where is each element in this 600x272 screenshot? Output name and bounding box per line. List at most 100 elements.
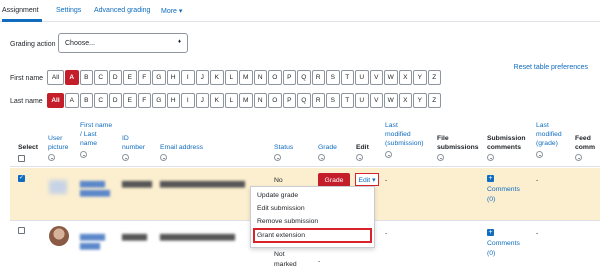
last-initial-g[interactable]: G [152, 93, 166, 108]
header-name-1[interactable]: First name [80, 121, 112, 130]
first-initial-w[interactable]: W [384, 70, 398, 85]
header-last-modified-sub-3[interactable]: (submission) [385, 139, 424, 148]
first-initial-t[interactable]: T [340, 70, 354, 85]
last-initial-c[interactable]: C [94, 93, 108, 108]
collapse-column-icon[interactable] [274, 154, 281, 161]
collapse-column-icon[interactable] [80, 151, 87, 158]
last-initial-z[interactable]: Z [427, 93, 441, 108]
last-initial-j[interactable]: J [195, 93, 209, 108]
collapse-column-icon[interactable] [575, 154, 582, 161]
first-initial-d[interactable]: D [108, 70, 122, 85]
menu-item-remove-submission[interactable]: Remove submission [257, 218, 318, 225]
last-initial-d[interactable]: D [108, 93, 122, 108]
comments-count[interactable]: (0) [487, 196, 495, 203]
first-initial-e[interactable]: E [123, 70, 137, 85]
first-initial-m[interactable]: M [239, 70, 253, 85]
first-initial-z[interactable]: Z [427, 70, 441, 85]
add-comment-icon[interactable]: + [487, 229, 494, 236]
comments-link[interactable]: Comments [487, 240, 520, 247]
first-initial-u[interactable]: U [355, 70, 369, 85]
comments-link[interactable]: Comments [487, 186, 520, 193]
header-id-1[interactable]: ID [122, 134, 129, 143]
collapse-column-icon[interactable] [487, 154, 494, 161]
header-email[interactable]: Email address [160, 143, 203, 152]
first-initial-f[interactable]: F [137, 70, 151, 85]
first-initial-all[interactable]: All [47, 70, 64, 85]
first-initial-c[interactable]: C [94, 70, 108, 85]
last-initial-m[interactable]: M [239, 93, 253, 108]
row-select-checkbox[interactable] [18, 174, 25, 182]
first-initial-j[interactable]: J [195, 70, 209, 85]
header-id-2[interactable]: number [122, 143, 145, 152]
tab-assignment[interactable]: Assignment [2, 7, 39, 14]
last-initial-f[interactable]: F [137, 93, 151, 108]
collapse-column-icon[interactable] [356, 154, 363, 161]
first-initial-y[interactable]: Y [413, 70, 427, 85]
header-grade[interactable]: Grade [318, 143, 337, 152]
header-name-3[interactable]: name [80, 139, 97, 148]
header-last-modified-grade-3[interactable]: (grade) [536, 139, 558, 148]
first-initial-l[interactable]: L [224, 70, 238, 85]
student-name-redacted[interactable]: ▇▇▇▇▇▇ [80, 189, 110, 197]
collapse-column-icon[interactable] [160, 154, 167, 161]
student-name-redacted[interactable]: ▇▇▇▇ [80, 242, 100, 250]
first-initial-h[interactable]: H [166, 70, 180, 85]
last-initial-b[interactable]: B [79, 93, 93, 108]
tab-advanced-grading[interactable]: Advanced grading [94, 7, 150, 14]
grade-button[interactable]: Grade [318, 173, 350, 187]
header-last-modified-grade-2[interactable]: modified [536, 130, 562, 139]
first-initial-a[interactable]: A [65, 70, 79, 85]
header-user-picture-1[interactable]: User [48, 134, 62, 143]
first-initial-q[interactable]: Q [297, 70, 311, 85]
first-initial-s[interactable]: S [326, 70, 340, 85]
collapse-column-icon[interactable] [122, 154, 129, 161]
first-initial-p[interactable]: P [282, 70, 296, 85]
last-initial-k[interactable]: K [210, 93, 224, 108]
last-initial-l[interactable]: L [224, 93, 238, 108]
collapse-column-icon[interactable] [48, 154, 55, 161]
last-initial-u[interactable]: U [355, 93, 369, 108]
student-name-redacted[interactable]: ▇▇▇▇▇ [80, 180, 105, 188]
menu-item-update-grade[interactable]: Update grade [257, 192, 298, 199]
edit-menu-button[interactable]: Edit ▾ [355, 173, 379, 186]
last-initial-x[interactable]: X [398, 93, 412, 108]
comments-count[interactable]: (0) [487, 250, 495, 257]
collapse-column-icon[interactable] [318, 154, 325, 161]
last-initial-h[interactable]: H [166, 93, 180, 108]
tab-settings[interactable]: Settings [56, 7, 81, 14]
menu-item-edit-submission[interactable]: Edit submission [257, 205, 305, 212]
first-initial-v[interactable]: V [369, 70, 383, 85]
reset-table-preferences-link[interactable]: Reset table preferences [514, 64, 588, 71]
first-initial-g[interactable]: G [152, 70, 166, 85]
last-initial-v[interactable]: V [369, 93, 383, 108]
header-last-modified-grade-1[interactable]: Last [536, 121, 549, 130]
grading-action-select[interactable]: Choose... ♦ [58, 33, 188, 53]
header-user-picture-2[interactable]: picture [48, 143, 68, 152]
first-initial-k[interactable]: K [210, 70, 224, 85]
last-initial-q[interactable]: Q [297, 93, 311, 108]
last-initial-r[interactable]: R [311, 93, 325, 108]
first-initial-o[interactable]: O [268, 70, 282, 85]
last-initial-n[interactable]: N [253, 93, 267, 108]
last-initial-all[interactable]: All [47, 93, 64, 108]
collapse-column-icon[interactable] [385, 151, 392, 158]
first-initial-n[interactable]: N [253, 70, 267, 85]
row-select-checkbox[interactable] [18, 227, 25, 234]
last-initial-w[interactable]: W [384, 93, 398, 108]
last-initial-a[interactable]: A [65, 93, 79, 108]
header-last-modified-sub-1[interactable]: Last [385, 121, 398, 130]
add-comment-icon[interactable]: + [487, 175, 494, 182]
last-initial-t[interactable]: T [340, 93, 354, 108]
header-last-modified-sub-2[interactable]: modified [385, 130, 411, 139]
first-initial-i[interactable]: I [181, 70, 195, 85]
last-initial-e[interactable]: E [123, 93, 137, 108]
last-initial-o[interactable]: O [268, 93, 282, 108]
collapse-column-icon[interactable] [437, 154, 444, 161]
header-status[interactable]: Status [274, 143, 293, 152]
last-initial-p[interactable]: P [282, 93, 296, 108]
first-initial-x[interactable]: X [398, 70, 412, 85]
last-initial-s[interactable]: S [326, 93, 340, 108]
first-initial-b[interactable]: B [79, 70, 93, 85]
tab-more[interactable]: More ▾ [161, 7, 182, 15]
last-initial-i[interactable]: I [181, 93, 195, 108]
